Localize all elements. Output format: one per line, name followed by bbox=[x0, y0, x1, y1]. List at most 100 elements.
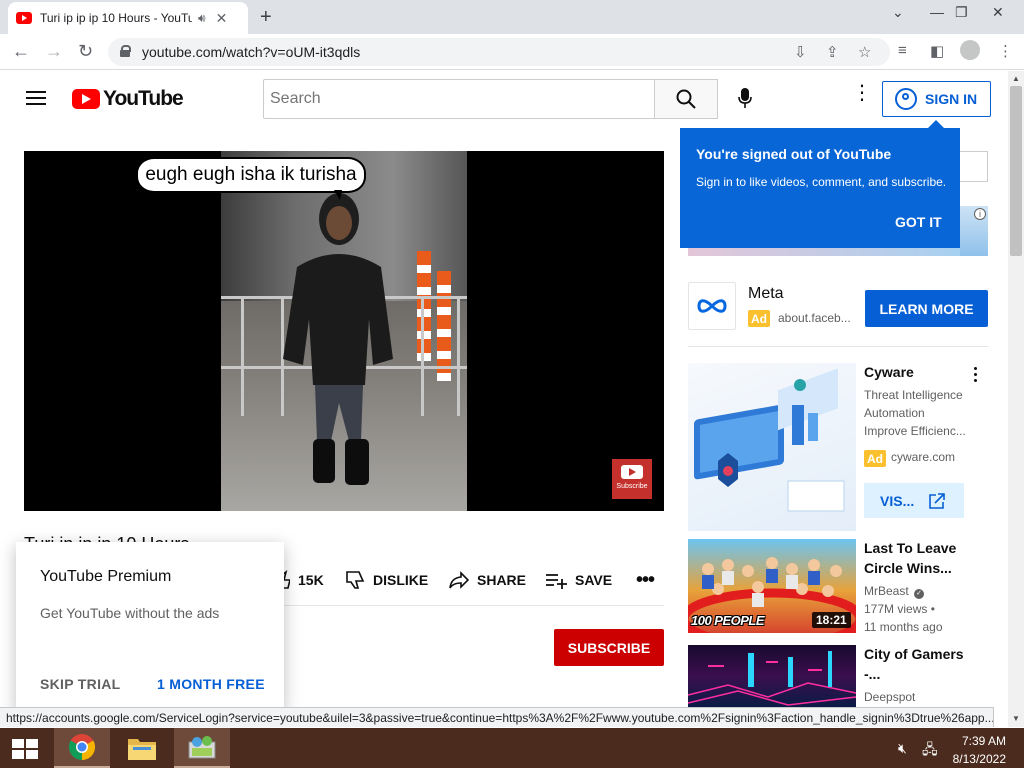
browser-tab[interactable]: Turi ip ip ip 10 Hours - YouTube 🔊︎ ✕ bbox=[8, 2, 248, 34]
search-button[interactable] bbox=[654, 79, 718, 119]
cyware-domain[interactable]: cyware.com bbox=[891, 448, 955, 466]
video-thumbnail[interactable] bbox=[688, 645, 856, 707]
reload-icon[interactable]: ↻ bbox=[78, 41, 93, 62]
youtube-header: YouTube ⋮ SIGN IN bbox=[0, 71, 1008, 127]
got-it-button[interactable]: GOT IT bbox=[895, 214, 942, 230]
search-icon bbox=[676, 89, 696, 109]
add-to-playlist-icon bbox=[546, 574, 567, 589]
windows-start-icon[interactable] bbox=[12, 739, 38, 759]
related-video-title[interactable]: -... bbox=[864, 664, 880, 684]
taskbar-app[interactable] bbox=[174, 728, 230, 768]
install-icon[interactable]: ⇩ bbox=[794, 43, 807, 61]
scroll-down-icon[interactable]: ▼ bbox=[1012, 714, 1020, 723]
advertiser-name[interactable]: Meta bbox=[748, 285, 784, 303]
tooltip-body: Sign in to like videos, comment, and sub… bbox=[696, 175, 947, 189]
visit-site-button[interactable]: VIS... bbox=[864, 483, 964, 518]
view-count: 177M views • bbox=[864, 602, 935, 616]
share-button[interactable]: SHARE bbox=[449, 570, 526, 590]
more-options-icon[interactable] bbox=[974, 367, 978, 385]
ad-badge: Ad bbox=[748, 310, 770, 327]
learn-more-button[interactable]: LEARN MORE bbox=[865, 290, 988, 327]
bookmark-star-icon[interactable]: ☆ bbox=[858, 43, 871, 61]
microphone-icon[interactable] bbox=[738, 88, 752, 108]
learn-more-label: LEARN MORE bbox=[879, 300, 974, 317]
subscribe-button[interactable]: SUBSCRIBE bbox=[554, 629, 664, 666]
youtube-logo-icon[interactable] bbox=[72, 89, 100, 109]
related-video-title[interactable]: City of Gamers bbox=[864, 644, 964, 664]
taskbar-clock[interactable]: 7:39 AM 8/13/2022 bbox=[950, 734, 1006, 766]
signed-out-tooltip: You're signed out of YouTube Sign in to … bbox=[680, 120, 960, 248]
related-video-title[interactable]: Last To Leave bbox=[864, 538, 956, 558]
meta-infinity-icon bbox=[697, 299, 727, 313]
like-button[interactable]: 15K bbox=[278, 570, 324, 590]
taskbar-file-explorer[interactable] bbox=[114, 728, 170, 768]
speaker-icon[interactable]: 🔊︎ bbox=[198, 11, 206, 26]
skip-trial-button[interactable]: SKIP TRIAL bbox=[40, 676, 121, 692]
close-window-icon[interactable]: ✕ bbox=[992, 4, 1004, 21]
ad-banner-image[interactable] bbox=[688, 248, 960, 256]
subscribe-label: SUBSCRIBE bbox=[567, 639, 651, 656]
scrollbar-thumb[interactable] bbox=[1010, 86, 1022, 256]
lock-icon[interactable] bbox=[120, 45, 131, 57]
scroll-up-icon[interactable]: ▲ bbox=[1012, 74, 1020, 83]
related-video-title[interactable]: Circle Wins... bbox=[864, 558, 952, 578]
visit-site-label: VIS... bbox=[880, 492, 915, 509]
ad-info-icon[interactable]: i bbox=[974, 208, 986, 220]
video-player[interactable]: eugh eugh isha ik turisha Subscribe bbox=[24, 151, 664, 511]
premium-description: Get YouTube without the ads bbox=[40, 605, 220, 621]
premium-popup: YouTube Premium Get YouTube without the … bbox=[16, 542, 284, 712]
video-thumbnail[interactable]: 100 PEOPLE 18:21 bbox=[688, 539, 856, 633]
month-free-button[interactable]: 1 MONTH FREE bbox=[157, 676, 265, 692]
side-panel-icon[interactable]: ◧ bbox=[930, 42, 944, 60]
cyware-title[interactable]: Cyware bbox=[864, 362, 914, 382]
caption-text: eugh eugh isha ik turisha bbox=[145, 164, 357, 185]
tab-search-icon[interactable]: ⌄ bbox=[892, 4, 904, 21]
profile-icon[interactable] bbox=[960, 40, 980, 60]
back-icon[interactable]: ← bbox=[12, 41, 30, 62]
new-tab-icon[interactable]: + bbox=[260, 6, 272, 29]
more-actions-button[interactable]: ••• bbox=[636, 569, 655, 591]
chrome-icon bbox=[68, 734, 96, 761]
folder-icon bbox=[128, 739, 156, 760]
account-icon bbox=[895, 88, 917, 110]
neon-city-image bbox=[688, 651, 856, 706]
dislike-label: DISLIKE bbox=[373, 572, 429, 588]
windows-taskbar: 🔇︎ 🖧︎ 7:39 AM 8/13/2022 bbox=[0, 728, 1024, 768]
meta-logo[interactable] bbox=[688, 282, 736, 330]
advertiser-url[interactable]: about.faceb... bbox=[778, 311, 851, 325]
volume-muted-icon[interactable]: 🔇︎ bbox=[898, 740, 907, 757]
subscribe-watermark[interactable]: Subscribe bbox=[612, 459, 652, 499]
caption-bubble: eugh eugh isha ik turisha bbox=[136, 157, 366, 200]
media-control-icon[interactable]: ≡ bbox=[898, 42, 907, 59]
tab-title: Turi ip ip ip 10 Hours - YouTube bbox=[40, 11, 192, 25]
cyware-ad-thumbnail[interactable] bbox=[688, 363, 856, 531]
network-icon[interactable]: 🖧︎ bbox=[922, 739, 938, 763]
clock-time: 7:39 AM bbox=[961, 734, 1006, 748]
premium-title: YouTube Premium bbox=[40, 568, 172, 585]
thumbs-down-icon bbox=[346, 571, 365, 589]
sidebar-divider bbox=[688, 346, 988, 347]
barrier-post bbox=[457, 296, 460, 416]
address-bar[interactable]: youtube.com/watch?v=oUM-it3qdls ⇩ ⇪ ☆ bbox=[108, 38, 890, 66]
close-tab-icon[interactable]: ✕ bbox=[216, 10, 228, 27]
traffic-cone bbox=[437, 271, 451, 381]
menu-icon[interactable] bbox=[26, 91, 46, 105]
cyware-desc-line: Threat Intelligence bbox=[864, 388, 963, 402]
search-input[interactable] bbox=[263, 79, 655, 119]
forward-icon[interactable]: → bbox=[45, 41, 63, 62]
restore-icon[interactable]: ❐ bbox=[955, 4, 968, 21]
channel-name[interactable]: MrBeast ✓ bbox=[864, 582, 925, 600]
channel-name[interactable]: Deepspot bbox=[864, 688, 915, 706]
url-text: youtube.com/watch?v=oUM-it3qdls bbox=[142, 44, 361, 60]
browser-menu-icon[interactable]: ⋮ bbox=[998, 42, 1013, 60]
settings-menu-icon[interactable]: ⋮ bbox=[852, 83, 872, 103]
minimize-icon[interactable]: — bbox=[930, 4, 944, 20]
youtube-logo-text[interactable]: YouTube bbox=[103, 87, 184, 111]
external-link-icon bbox=[929, 493, 945, 509]
sign-in-button[interactable]: SIGN IN bbox=[882, 81, 991, 117]
cyware-illustration bbox=[694, 368, 845, 512]
share-page-icon[interactable]: ⇪ bbox=[826, 43, 839, 61]
taskbar-chrome[interactable] bbox=[54, 728, 110, 768]
dislike-button[interactable]: DISLIKE bbox=[345, 570, 428, 590]
save-button[interactable]: SAVE bbox=[545, 570, 612, 590]
